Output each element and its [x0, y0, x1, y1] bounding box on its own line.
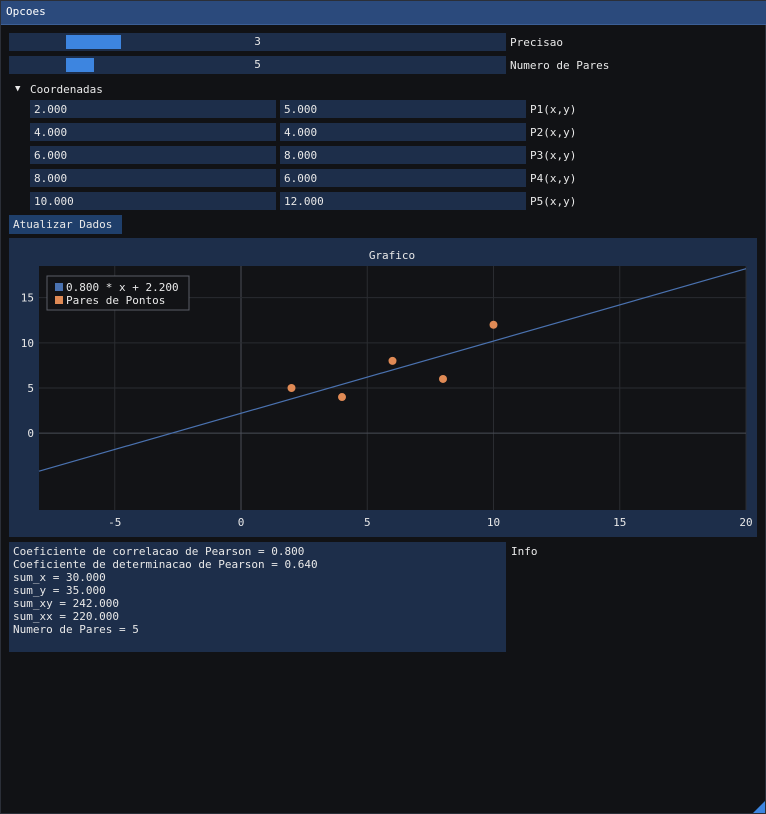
options-window: Opcoes 3 Precisao 5 Numero de Pares ▼ Co… [0, 0, 766, 814]
x-tick-label: -5 [108, 516, 121, 529]
x-tick-label: 10 [487, 516, 500, 529]
atualizar-dados-button[interactable]: Atualizar Dados [9, 215, 122, 234]
info-text-box[interactable]: Coeficiente de correlacao de Pearson = 0… [9, 542, 506, 652]
legend-swatch [55, 296, 63, 304]
x-tick-label: 0 [238, 516, 245, 529]
p2-label: P2(x,y) [530, 126, 577, 139]
y-tick-label: 5 [27, 382, 34, 395]
window-titlebar[interactable]: Opcoes [1, 1, 766, 25]
data-point [338, 393, 346, 402]
collapse-arrow-icon[interactable]: ▼ [15, 84, 20, 94]
x-tick-label: 15 [613, 516, 626, 529]
p5-label: P5(x,y) [530, 195, 577, 208]
p2-x-input[interactable]: 4.000 [30, 123, 276, 141]
numero-de-pares-slider[interactable]: 5 [9, 56, 506, 74]
data-point [388, 356, 397, 365]
legend-entry: Pares de Pontos [66, 294, 165, 307]
info-line: sum_xx = 220.000 [13, 610, 119, 623]
resize-grip-icon[interactable] [753, 801, 765, 813]
data-point [489, 320, 498, 329]
data-point [439, 374, 447, 383]
info-line: sum_x = 30.000 [13, 571, 106, 584]
numero-de-pares-label: Numero de Pares [510, 59, 610, 72]
p1-y-input[interactable]: 5.000 [280, 100, 526, 118]
p2-y-input[interactable]: 4.000 [280, 123, 526, 141]
p3-label: P3(x,y) [530, 149, 577, 162]
y-tick-label: 10 [21, 337, 34, 350]
coordenadas-header[interactable]: Coordenadas [30, 83, 103, 96]
p1-x-input[interactable]: 2.000 [30, 100, 276, 118]
p3-y-input[interactable]: 8.000 [280, 146, 526, 164]
p4-x-input[interactable]: 8.000 [30, 169, 276, 187]
info-line: Coeficiente de correlacao de Pearson = 0… [13, 545, 305, 558]
info-label: Info [511, 545, 538, 558]
x-tick-label: 5 [364, 516, 371, 529]
info-line: Coeficiente de determinacao de Pearson =… [13, 558, 318, 571]
x-tick-label: 20 [739, 516, 752, 529]
p5-y-input[interactable]: 12.000 [280, 192, 526, 210]
chart[interactable]: Grafico -5 0 5 10 15 20 0 5 10 15 0.800 * x + 2.200… [9, 238, 757, 537]
p1-label: P1(x,y) [530, 103, 577, 116]
legend-swatch [55, 283, 63, 291]
window-title: Opcoes [6, 5, 46, 18]
p5-x-input[interactable]: 10.000 [30, 192, 276, 210]
chart-frame: Grafico -5 0 5 10 15 20 0 5 10 15 0.800 * x + 2.200… [9, 238, 757, 537]
p4-label: P4(x,y) [530, 172, 577, 185]
info-line: sum_y = 35.000 [13, 584, 106, 597]
p4-y-input[interactable]: 6.000 [280, 169, 526, 187]
data-point [287, 384, 296, 392]
y-tick-label: 15 [21, 292, 34, 305]
precisao-label: Precisao [510, 36, 563, 49]
info-line: Numero de Pares = 5 [13, 623, 139, 636]
info-line: sum_xy = 242.000 [13, 597, 119, 610]
y-tick-label: 0 [27, 427, 34, 440]
precisao-slider[interactable]: 3 [9, 33, 506, 51]
legend-entry: 0.800 * x + 2.200 [66, 281, 179, 294]
chart-title: Grafico [369, 249, 415, 262]
p3-x-input[interactable]: 6.000 [30, 146, 276, 164]
precisao-value: 3 [254, 35, 261, 48]
numero-de-pares-value: 5 [254, 58, 261, 71]
